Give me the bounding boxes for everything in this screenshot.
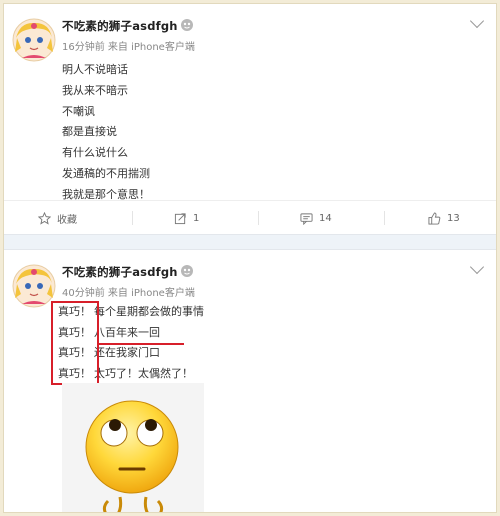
- text-line: 都是直接说: [62, 125, 117, 139]
- post-image[interactable]: [62, 383, 204, 512]
- text-line: 有什么说什么: [62, 146, 128, 160]
- emoji-eyes-up: [85, 400, 179, 512]
- comment-icon: [300, 212, 313, 225]
- red-underline: [97, 343, 184, 345]
- text-line: 我从来不暗示: [62, 83, 128, 97]
- post-meta: 16分钟前 来自 iPhone客户端: [62, 42, 195, 53]
- text-line: 不嘲讽: [62, 104, 95, 118]
- thumbs-up-icon: [428, 211, 441, 225]
- weibo-post-2: 不吃素的狮子asdfgh 40分钟前 来自 iPhone客户端 真巧！ 每个星期都…: [4, 250, 496, 512]
- divider: [258, 211, 259, 225]
- screenshot-frame: 不吃素的狮子asdfgh 16分钟前 来自 iPhone客户端 明人不说暗话 我…: [3, 3, 497, 513]
- vip-badge-icon: [181, 265, 193, 277]
- text-tail: 八百年来一回: [94, 325, 160, 339]
- like-count: 13: [447, 212, 460, 224]
- repost-count: 1: [193, 212, 200, 224]
- username[interactable]: 不吃素的狮子asdfgh: [62, 18, 178, 34]
- avatar[interactable]: [12, 264, 56, 308]
- repost-icon: [174, 212, 186, 224]
- text-line: 发通稿的不用揣测: [62, 166, 150, 180]
- favorite-label: 收藏: [57, 214, 77, 226]
- post-text: 明人不说暗话 我从来不暗示 不嘲讽 都是直接说 有什么说什么 发通稿的不用揣测 …: [62, 60, 150, 206]
- chevron-down-icon[interactable]: [469, 13, 485, 29]
- avatar[interactable]: [12, 18, 56, 62]
- favorite-button[interactable]: 收藏: [38, 201, 77, 235]
- divider: [132, 211, 133, 225]
- repost-button[interactable]: 1: [174, 201, 199, 235]
- post-meta: 40分钟前 来自 iPhone客户端: [62, 288, 195, 299]
- vip-badge-icon: [181, 19, 193, 31]
- post-separator: [4, 234, 496, 250]
- weibo-post-1: 不吃素的狮子asdfgh 16分钟前 来自 iPhone客户端 明人不说暗话 我…: [4, 4, 496, 234]
- chevron-down-icon[interactable]: [469, 259, 485, 275]
- text-tail: 每个星期都会做的事情: [94, 305, 204, 318]
- red-highlight-box: [51, 301, 99, 385]
- username[interactable]: 不吃素的狮子asdfgh: [62, 264, 178, 280]
- divider: [384, 211, 385, 225]
- comment-count: 14: [319, 212, 332, 224]
- text-tail: 还在我家门口: [94, 346, 160, 359]
- text-line: 明人不说暗话: [62, 63, 128, 76]
- action-bar: 收藏 1 14 13: [4, 200, 496, 234]
- comment-button[interactable]: 14: [300, 201, 332, 235]
- text-tail: 太巧了！太偶然了！: [94, 366, 193, 380]
- star-icon: [38, 211, 51, 225]
- like-button[interactable]: 13: [428, 201, 460, 235]
